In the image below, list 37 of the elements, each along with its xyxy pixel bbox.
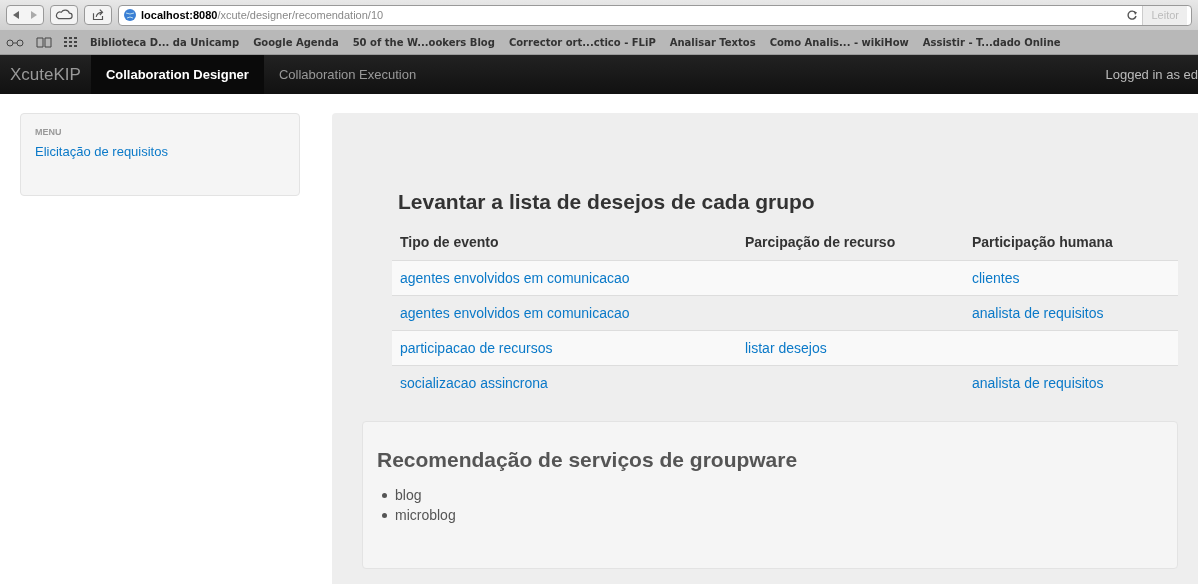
table-link[interactable]: analista de requisitos <box>972 304 1104 321</box>
list-item: microblog <box>395 505 456 525</box>
table-link[interactable]: clientes <box>972 269 1020 286</box>
cloud-icon[interactable] <box>50 5 78 25</box>
table-link[interactable]: listar desejos <box>745 339 827 356</box>
section-title: Levantar a lista de desejos de cada grupo <box>397 189 816 215</box>
grid-icon[interactable] <box>64 36 78 48</box>
bookmark-link[interactable]: Biblioteca D... da Unicamp <box>90 34 240 50</box>
table-link[interactable]: socializacao assincrona <box>400 374 548 391</box>
reload-icon[interactable] <box>1126 9 1139 21</box>
recommendation-title: Recomendação de serviços de groupware <box>377 446 799 473</box>
table-link[interactable]: agentes envolvidos em comunicacao <box>400 269 630 286</box>
list-item: blog <box>395 485 422 505</box>
table-link[interactable]: participacao de recursos <box>400 339 553 356</box>
glasses-icon[interactable] <box>6 37 24 47</box>
column-header: Parcipação de recurso <box>745 234 896 251</box>
bookmark-link[interactable]: 50 of the W...ookers Blog <box>352 34 495 50</box>
bullet-icon <box>382 512 387 518</box>
menu-header: MENU <box>35 126 63 139</box>
nav-tab[interactable]: Collaboration Designer <box>90 55 264 94</box>
bullet-icon <box>382 492 387 498</box>
bookmark-link[interactable]: Como Analis... - wikiHow <box>769 34 909 50</box>
nav-tab[interactable]: Collaboration Execution <box>263 55 432 94</box>
bookmark-link[interactable]: Google Agenda <box>253 34 339 50</box>
sidebar-link[interactable]: Elicitação de requisitos <box>35 141 285 161</box>
table-link[interactable]: agentes envolvidos em comunicacao <box>400 304 630 321</box>
globe-icon <box>123 8 137 22</box>
bookmark-link[interactable]: Assistir - T...dado Online <box>922 34 1061 50</box>
share-icon[interactable] <box>84 5 112 25</box>
bookmark-link[interactable]: Analisar Textos <box>669 34 756 50</box>
table-link[interactable]: analista de requisitos <box>972 374 1104 391</box>
brand-link[interactable]: XcuteKIP <box>0 55 91 94</box>
bookmark-link[interactable]: Corrector ort...ctico - FLiP <box>508 34 656 50</box>
column-header: Tipo de evento <box>400 234 499 251</box>
column-header: Participação humana <box>972 234 1113 251</box>
user-label: Logged in as ed <box>1105 65 1198 84</box>
book-icon[interactable] <box>36 36 52 48</box>
